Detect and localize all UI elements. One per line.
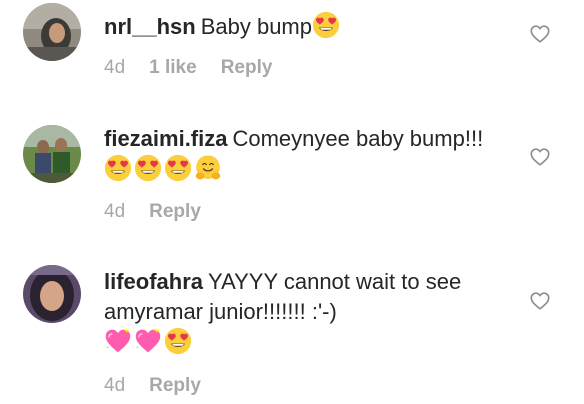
heart-eyes-emoji bbox=[312, 11, 340, 39]
timestamp: 4d bbox=[104, 57, 126, 78]
timestamp: 4d bbox=[104, 201, 126, 222]
avatar[interactable] bbox=[23, 3, 81, 61]
hugging-emoji bbox=[194, 154, 222, 182]
comment-meta: 4d 1 like Reply bbox=[104, 57, 272, 79]
comment-text: Comeynyee baby bump!!! bbox=[232, 126, 484, 151]
comment-body: fiezaimi.fiza Comeynyee baby bump!!! bbox=[104, 124, 504, 185]
comment-meta: 4d Reply bbox=[104, 201, 201, 223]
comment-body: nrl__hsn Baby bump bbox=[104, 11, 504, 42]
likes-count[interactable]: 1 like bbox=[149, 57, 197, 78]
username[interactable]: nrl__hsn bbox=[104, 14, 196, 39]
reply-button[interactable]: Reply bbox=[149, 375, 201, 396]
heart-eyes-emoji bbox=[134, 154, 162, 182]
heart-eyes-emoji bbox=[104, 154, 132, 182]
comment-body: lifeofahra YAYYY cannot wait to see amyra… bbox=[104, 267, 504, 358]
sparkling-heart-emoji bbox=[134, 327, 162, 355]
comment-text: Baby bump bbox=[200, 14, 312, 39]
comment-meta: 4d Reply bbox=[104, 375, 201, 397]
avatar[interactable] bbox=[23, 265, 81, 323]
heart-icon[interactable] bbox=[529, 23, 551, 45]
heart-icon[interactable] bbox=[529, 290, 551, 312]
reply-button[interactable]: Reply bbox=[149, 201, 201, 222]
reply-button[interactable]: Reply bbox=[221, 57, 273, 78]
heart-eyes-emoji bbox=[164, 154, 192, 182]
username[interactable]: lifeofahra bbox=[104, 269, 203, 294]
heart-icon[interactable] bbox=[529, 146, 551, 168]
avatar[interactable] bbox=[23, 125, 81, 183]
sparkling-heart-emoji bbox=[104, 327, 132, 355]
timestamp: 4d bbox=[104, 375, 126, 396]
heart-eyes-emoji bbox=[164, 327, 192, 355]
username[interactable]: fiezaimi.fiza bbox=[104, 126, 227, 151]
